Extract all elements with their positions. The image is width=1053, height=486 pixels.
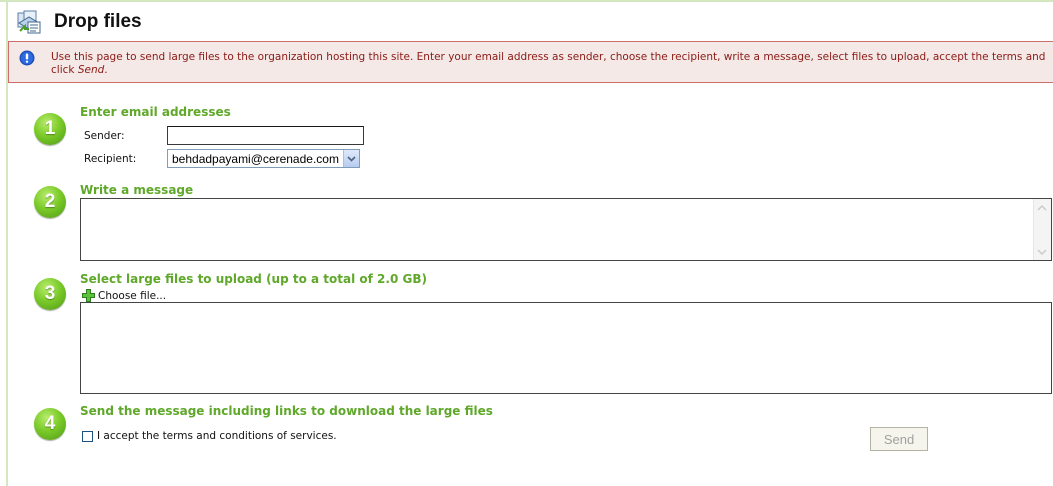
notice-text-end: . <box>104 64 108 76</box>
terms-checkbox[interactable] <box>82 430 93 442</box>
notice-send-word: Send <box>77 64 105 76</box>
step-1-badge: 1 <box>34 113 66 145</box>
terms-row: I accept the terms and conditions of ser… <box>82 430 337 442</box>
sender-label: Sender: <box>84 130 125 142</box>
notice-text: Use this page to send large files to the… <box>51 51 1051 77</box>
step-2-badge: 2 <box>34 186 66 218</box>
recipient-label: Recipient: <box>84 153 137 165</box>
top-divider <box>0 0 1053 2</box>
send-button[interactable]: Send <box>870 427 928 451</box>
scroll-down-icon[interactable] <box>1037 248 1047 256</box>
step-4-badge: 4 <box>34 408 66 440</box>
step-4-title: Send the message including links to down… <box>80 404 493 418</box>
step-3-badge: 3 <box>34 278 66 310</box>
drop-files-icon <box>17 10 41 34</box>
message-textarea[interactable] <box>80 198 1052 261</box>
message-scrollbar[interactable] <box>1033 199 1051 260</box>
step-2-title: Write a message <box>80 183 194 197</box>
page-header: Drop files <box>16 8 142 36</box>
file-list-area[interactable] <box>80 302 1052 394</box>
sender-input[interactable] <box>167 126 364 145</box>
chevron-down-icon[interactable] <box>343 150 359 167</box>
page-title: Drop files <box>54 11 142 32</box>
notice-text-main: Use this page to send large files to the… <box>51 51 1046 76</box>
info-icon <box>19 50 35 66</box>
choose-file-label: Choose file... <box>98 289 167 302</box>
recipient-select[interactable]: behdadpayami@cerenade.com <box>167 149 360 168</box>
scroll-up-icon[interactable] <box>1037 204 1047 212</box>
step-3-title: Select large files to upload (up to a to… <box>80 272 427 286</box>
step-1-title: Enter email addresses <box>80 105 231 119</box>
terms-label: I accept the terms and conditions of ser… <box>97 430 337 442</box>
plus-icon <box>82 289 95 302</box>
choose-file-link[interactable]: Choose file... <box>82 289 166 302</box>
recipient-value: behdadpayami@cerenade.com <box>172 152 339 166</box>
info-notice: Use this page to send large files to the… <box>8 41 1053 83</box>
